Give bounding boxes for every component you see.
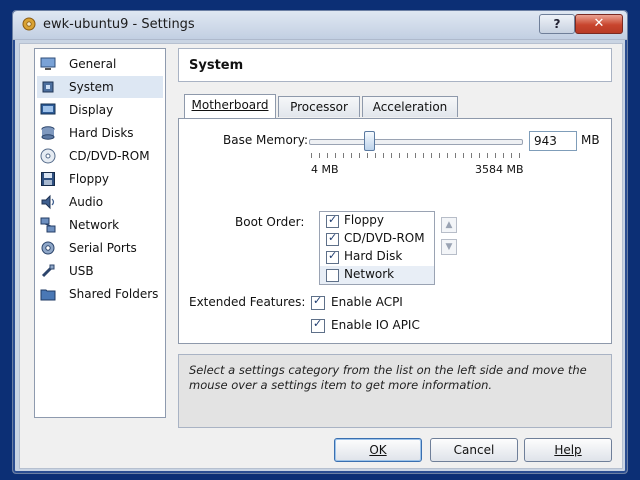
tab-label: Motherboard [191, 98, 269, 112]
memory-unit-label: MB [581, 133, 600, 147]
tab-processor[interactable]: Processor [278, 96, 360, 117]
memory-input[interactable]: 943 [529, 131, 577, 151]
memory-slider-thumb[interactable] [364, 131, 375, 151]
sidebar-item-label: CD/DVD-ROM [69, 149, 150, 163]
speaker-icon [41, 194, 55, 210]
memory-slider-ticks [311, 153, 521, 158]
boot-item-hard-disk[interactable]: ✓ Hard Disk [320, 248, 434, 266]
enable-acpi-checkbox[interactable]: ✓ [311, 294, 325, 310]
network-icon [40, 217, 56, 233]
boot-floppy-checkbox[interactable]: ✓ [326, 213, 339, 228]
cancel-button[interactable]: Cancel [430, 438, 518, 462]
memory-slider-track[interactable] [309, 139, 523, 145]
check-icon: ✓ [313, 294, 323, 307]
sidebar-item-network[interactable]: Network [37, 214, 163, 236]
desktop-background: ewk-ubuntu9 - Settings ? ✕ General Syste… [0, 0, 640, 480]
page-title: System [189, 58, 244, 73]
enable-io-apic-label[interactable]: Enable IO APIC [331, 318, 420, 332]
sidebar-item-label: USB [69, 264, 94, 278]
check-icon: ✓ [328, 249, 338, 262]
usb-icon [41, 264, 55, 278]
boot-network-checkbox[interactable] [326, 269, 339, 282]
boot-order-list: ✓ Floppy ✓ CD/DVD-ROM ✓ Hard Disk Networ… [319, 211, 435, 285]
sidebar-item-serial-ports[interactable]: Serial Ports [37, 237, 163, 259]
memory-max-label: 3584 MB [475, 163, 524, 176]
sidebar-item-label: Serial Ports [69, 241, 137, 255]
tab-label: Acceleration [372, 100, 448, 114]
sidebar-item-label: System [69, 80, 114, 94]
sidebar-item-hard-disks[interactable]: Hard Disks [37, 122, 163, 144]
move-up-button[interactable]: ▲ [441, 217, 457, 233]
close-button[interactable]: ✕ [575, 14, 623, 34]
title-bar[interactable]: ewk-ubuntu9 - Settings ? ✕ [13, 11, 627, 40]
boot-item-cd-dvd-rom[interactable]: ✓ CD/DVD-ROM [320, 230, 434, 248]
extended-features-label: Extended Features: [189, 295, 306, 309]
serial-port-icon [41, 241, 55, 255]
boot-item-label: Floppy [344, 213, 384, 227]
sidebar-item-shared-folders[interactable]: Shared Folders [37, 283, 163, 305]
sidebar-item-label: Audio [69, 195, 104, 209]
move-down-button[interactable]: ▼ [441, 239, 457, 255]
sidebar-item-label: Floppy [69, 172, 109, 186]
boot-item-label: Network [344, 267, 395, 281]
sidebar-item-label: Hard Disks [69, 126, 134, 140]
check-icon: ✓ [313, 317, 323, 330]
tab-label: Processor [290, 100, 348, 114]
sidebar-item-label: General [69, 57, 117, 71]
cd-icon [40, 148, 56, 164]
ok-button-label: OK [369, 443, 387, 457]
ok-button[interactable]: OK [334, 438, 422, 462]
category-list: General System Display Hard Disks CD/DVD… [34, 48, 166, 418]
memory-min-label: 4 MB [311, 163, 339, 176]
help-button-label: Help [554, 443, 582, 457]
check-icon: ✓ [328, 231, 338, 244]
sidebar-item-label: Network [69, 218, 120, 232]
monitor-icon [40, 57, 56, 70]
sidebar-item-label: Shared Folders [69, 287, 159, 301]
display-icon [40, 103, 56, 115]
enable-acpi-label[interactable]: Enable ACPI [331, 295, 403, 309]
motherboard-panel: Base Memory: 4 MB 3584 MB 943 MB Boot Or… [178, 118, 612, 344]
enable-io-apic-checkbox[interactable]: ✓ [311, 317, 325, 333]
sidebar-item-display[interactable]: Display [37, 99, 163, 121]
sidebar-item-floppy[interactable]: Floppy [37, 168, 163, 190]
tab-acceleration[interactable]: Acceleration [362, 96, 458, 117]
title-help-button[interactable]: ? [539, 14, 575, 34]
boot-item-label: CD/DVD-ROM [344, 231, 425, 245]
info-panel: Select a settings category from the list… [178, 354, 612, 428]
section-header: System [178, 48, 612, 82]
sidebar-item-system[interactable]: System [37, 76, 163, 98]
help-button[interactable]: Help [524, 438, 612, 462]
sidebar-item-label: Display [69, 103, 114, 117]
window-title: ewk-ubuntu9 - Settings [43, 17, 195, 32]
dialog-content: General System Display Hard Disks CD/DVD… [19, 43, 623, 469]
boot-item-floppy[interactable]: ✓ Floppy [320, 212, 434, 230]
info-text: Select a settings category from the list… [189, 363, 587, 392]
gear-icon [22, 17, 36, 31]
tab-motherboard[interactable]: Motherboard [184, 94, 276, 118]
boot-order-label: Boot Order: [235, 215, 305, 229]
chip-icon [42, 81, 54, 93]
boot-hard-disk-checkbox[interactable]: ✓ [326, 249, 339, 264]
boot-cd-dvd-rom-checkbox[interactable]: ✓ [326, 231, 339, 246]
sidebar-item-audio[interactable]: Audio [37, 191, 163, 213]
sidebar-item-general[interactable]: General [37, 53, 163, 75]
sidebar-item-cd-dvd-rom[interactable]: CD/DVD-ROM [37, 145, 163, 167]
boot-item-label: Hard Disk [344, 249, 403, 263]
sidebar-item-usb[interactable]: USB [37, 260, 163, 282]
check-icon: ✓ [328, 213, 338, 226]
disk-stack-icon [41, 126, 55, 140]
base-memory-label: Base Memory: [223, 133, 309, 147]
floppy-icon [41, 172, 55, 186]
settings-window: ewk-ubuntu9 - Settings ? ✕ General Syste… [12, 10, 628, 474]
cancel-button-label: Cancel [453, 443, 495, 457]
boot-item-network[interactable]: Network [320, 266, 434, 284]
folder-icon [40, 289, 56, 301]
